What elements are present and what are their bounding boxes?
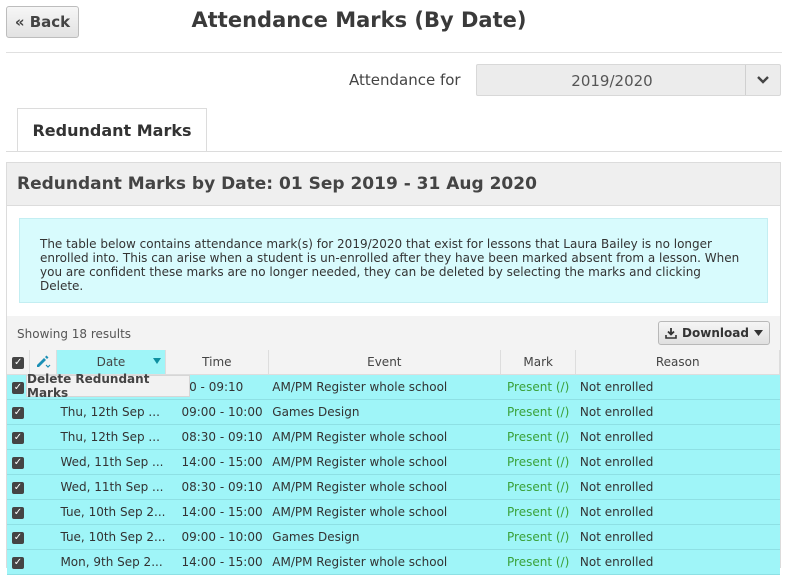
cell-time: 14:00 - 15:00 xyxy=(165,549,269,575)
cell-event: AM/PM Register whole school xyxy=(268,499,501,525)
cell-time: 08:30 - 09:10 xyxy=(165,424,269,450)
cell-date: Thu, 12th Sep ... xyxy=(56,399,166,425)
cell-reason: Not enrolled xyxy=(575,549,780,575)
cell-event: AM/PM Register whole school xyxy=(268,424,501,450)
page-title: Attendance Marks (By Date) xyxy=(191,8,527,32)
download-label: Download xyxy=(682,326,749,340)
download-button[interactable]: Download xyxy=(658,321,770,345)
column-header-event[interactable]: Event xyxy=(268,350,501,375)
row-edit-cell xyxy=(29,424,57,450)
cell-date: Thu, 12th Sep ... xyxy=(56,424,166,450)
cell-time: 09:00 - 10:00 xyxy=(165,399,269,425)
row-edit-cell xyxy=(29,499,57,525)
cell-mark: Present (/) xyxy=(500,374,576,400)
cell-event: AM/PM Register whole school xyxy=(268,449,501,475)
cell-time: 14:00 - 15:00 xyxy=(165,499,269,525)
cell-date: Wed, 11th Sep ... xyxy=(56,474,166,500)
cell-mark: Present (/) xyxy=(500,424,576,450)
cell-event: Games Design xyxy=(268,399,501,425)
row-checkbox[interactable]: ✓ xyxy=(7,449,30,475)
cell-reason: Not enrolled xyxy=(575,524,780,550)
row-checkbox[interactable]: ✓ xyxy=(7,499,30,525)
attendance-for-label: Attendance for xyxy=(349,71,461,89)
table-row[interactable]: ✓ Thu, 12th Sep ... 09:00 - 10:00 Games … xyxy=(7,399,780,425)
info-text: The table below contains attendance mark… xyxy=(40,237,740,293)
cell-mark: Present (/) xyxy=(500,449,576,475)
table-row[interactable]: ✓ Wed, 11th Sep ... 08:30 - 09:10 AM/PM … xyxy=(7,474,780,500)
table-row[interactable]: ✓ Tue, 10th Sep 2... 09:00 - 10:00 Games… xyxy=(7,524,780,550)
academic-year-select[interactable]: 2019/2020 xyxy=(476,64,781,96)
table-header-row: ✓ Date Time Event Mark Reason xyxy=(7,350,780,375)
row-checkbox[interactable]: ✓ xyxy=(7,424,30,450)
row-checkbox[interactable]: ✓ xyxy=(7,474,30,500)
cell-mark: Present (/) xyxy=(500,474,576,500)
header-divider xyxy=(6,52,782,53)
cell-mark: Present (/) xyxy=(500,499,576,525)
column-header-time[interactable]: Time xyxy=(165,350,269,375)
column-header-mark[interactable]: Mark xyxy=(500,350,577,375)
row-edit-cell xyxy=(29,549,57,575)
row-edit-cell xyxy=(29,399,57,425)
column-label-date: Date xyxy=(96,355,126,369)
select-all-checkbox[interactable]: ✓ xyxy=(7,350,31,375)
tab-divider xyxy=(6,151,782,152)
table-row[interactable]: ✓ Tue, 10th Sep 2... 14:00 - 15:00 AM/PM… xyxy=(7,499,780,525)
cell-reason: Not enrolled xyxy=(575,374,780,400)
cell-date: Tue, 10th Sep 2... xyxy=(56,524,166,550)
column-header-reason[interactable]: Reason xyxy=(575,350,780,375)
cell-reason: Not enrolled xyxy=(575,474,780,500)
row-checkbox[interactable]: ✓ xyxy=(7,549,30,575)
download-icon xyxy=(665,328,677,339)
cell-reason: Not enrolled xyxy=(575,499,780,525)
cell-reason: Not enrolled xyxy=(575,399,780,425)
tab-redundant-marks[interactable]: Redundant Marks xyxy=(17,108,207,152)
table-row[interactable]: ✓ Thu, 12th Sep ... 08:30 - 09:10 AM/PM … xyxy=(7,424,780,450)
cell-date: Wed, 11th Sep ... xyxy=(56,449,166,475)
row-checkbox[interactable]: ✓ xyxy=(7,524,30,550)
cell-date: Tue, 10th Sep 2... xyxy=(56,499,166,525)
bulk-edit-icon[interactable] xyxy=(29,350,57,375)
academic-year-value: 2019/2020 xyxy=(571,72,653,90)
table-body: ✓ 30 - 09:10 AM/PM Register whole school… xyxy=(7,374,780,575)
caret-down-icon xyxy=(753,330,763,336)
cell-date: Mon, 9th Sep 2... xyxy=(56,549,166,575)
cell-mark: Present (/) xyxy=(500,524,576,550)
cell-mark: Present (/) xyxy=(500,399,576,425)
cell-mark: Present (/) xyxy=(500,549,576,575)
row-edit-cell xyxy=(29,449,57,475)
cell-event: AM/PM Register whole school xyxy=(268,474,501,500)
cell-time: 09:00 - 10:00 xyxy=(165,524,269,550)
panel-title: Redundant Marks by Date: 01 Sep 2019 - 3… xyxy=(17,174,537,194)
cell-time: 08:30 - 09:10 xyxy=(165,474,269,500)
row-checkbox[interactable]: ✓ xyxy=(7,399,30,425)
cell-event: Games Design xyxy=(268,524,501,550)
cell-event: AM/PM Register whole school xyxy=(268,374,501,400)
info-box: The table below contains attendance mark… xyxy=(19,218,768,303)
cell-event: AM/PM Register whole school xyxy=(268,549,501,575)
table-row[interactable]: ✓ Mon, 9th Sep 2... 14:00 - 15:00 AM/PM … xyxy=(7,549,780,575)
cell-time: 14:00 - 15:00 xyxy=(165,449,269,475)
row-edit-cell xyxy=(29,474,57,500)
table-row[interactable]: ✓ Wed, 11th Sep ... 14:00 - 15:00 AM/PM … xyxy=(7,449,780,475)
row-edit-cell xyxy=(29,524,57,550)
sort-desc-icon xyxy=(152,358,161,364)
delete-redundant-marks-tooltip[interactable]: Delete Redundant Marks xyxy=(26,372,190,400)
cell-reason: Not enrolled xyxy=(575,424,780,450)
cell-reason: Not enrolled xyxy=(575,449,780,475)
results-count: Showing 18 results xyxy=(17,327,132,341)
panel-header: Redundant Marks by Date: 01 Sep 2019 - 3… xyxy=(7,163,780,206)
column-header-date[interactable]: Date xyxy=(56,350,166,375)
chevron-down-icon[interactable] xyxy=(745,65,780,95)
